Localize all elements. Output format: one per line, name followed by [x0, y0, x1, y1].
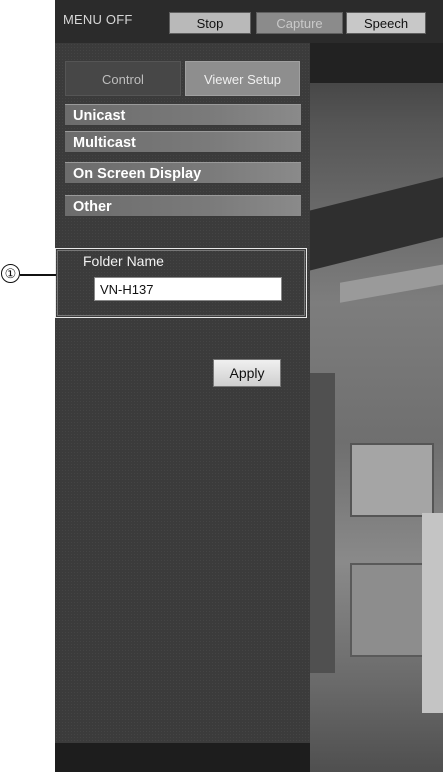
video-door [350, 563, 424, 657]
video-window [350, 443, 434, 517]
section-other[interactable]: Other [65, 195, 301, 217]
section-on-screen-display[interactable]: On Screen Display [65, 162, 301, 184]
stop-button[interactable]: Stop [169, 12, 251, 34]
video-dark-top [310, 43, 443, 83]
video-ceiling-edge [340, 263, 443, 303]
apply-button[interactable]: Apply [213, 359, 281, 387]
capture-button[interactable]: Capture [256, 12, 343, 34]
section-multicast[interactable]: Multicast [65, 131, 301, 153]
tab-control[interactable]: Control [65, 61, 181, 96]
section-unicast[interactable]: Unicast [65, 104, 301, 126]
callout-highlight-box [55, 248, 307, 318]
menu-toggle[interactable]: MENU OFF [63, 12, 132, 27]
panel-footer [55, 743, 310, 772]
top-toolbar: MENU OFF Stop Capture Speech [55, 0, 443, 43]
viewer-app: MENU OFF Stop Capture Speech Control Vie… [55, 0, 443, 772]
callout-leader-line [20, 274, 56, 276]
video-wall-right [422, 513, 443, 713]
video-pillar [310, 373, 335, 673]
setup-side-panel: Control Viewer Setup Unicast Multicast O… [55, 43, 310, 772]
camera-video-view [310, 43, 443, 772]
tab-viewer-setup[interactable]: Viewer Setup [185, 61, 300, 96]
callout-number-badge: ① [1, 264, 20, 283]
speech-button[interactable]: Speech [346, 12, 426, 34]
video-beam [310, 173, 443, 273]
